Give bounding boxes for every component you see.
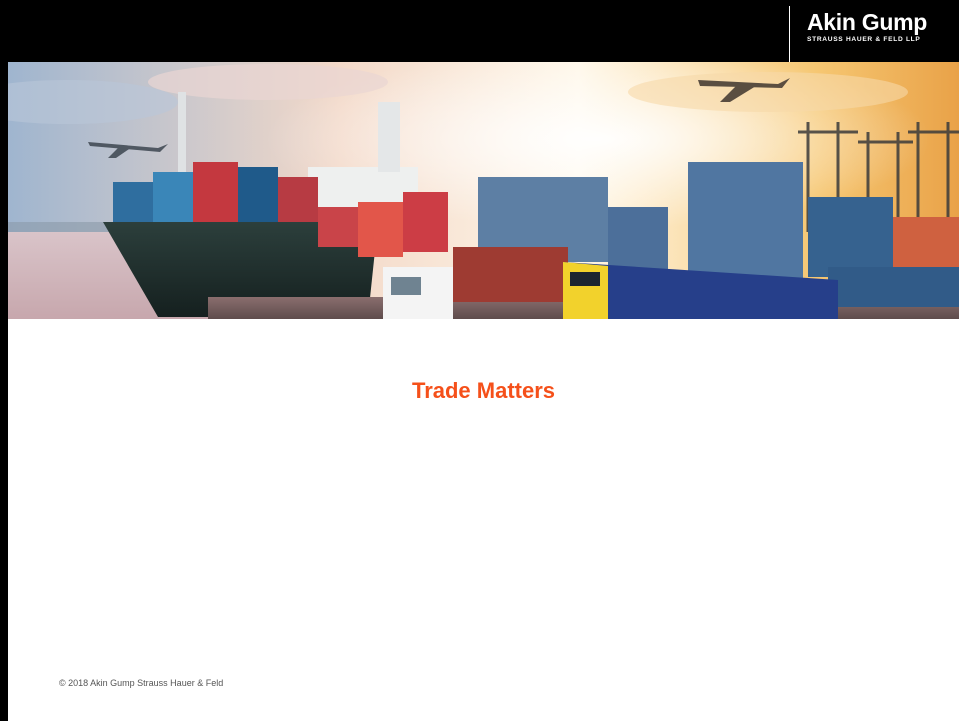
akin-gump-logo: Akin Gump STRAUSS HAUER & FELD LLP: [807, 10, 927, 43]
shipping-logistics-illustration: [8, 62, 959, 319]
copyright-footer: © 2018 Akin Gump Strauss Hauer & Feld: [59, 678, 224, 688]
logo-divider: [789, 6, 790, 62]
slide-left-border: [0, 0, 8, 721]
slide: Akin Gump STRAUSS HAUER & FELD LLP Trade…: [8, 0, 959, 721]
logo-sub-text: STRAUSS HAUER & FELD LLP: [807, 36, 921, 43]
header-bar: Akin Gump STRAUSS HAUER & FELD LLP: [8, 0, 959, 62]
slide-title: Trade Matters: [411, 378, 556, 403]
logo-main-text: Akin Gump: [807, 9, 927, 35]
banner-image: [8, 62, 959, 319]
